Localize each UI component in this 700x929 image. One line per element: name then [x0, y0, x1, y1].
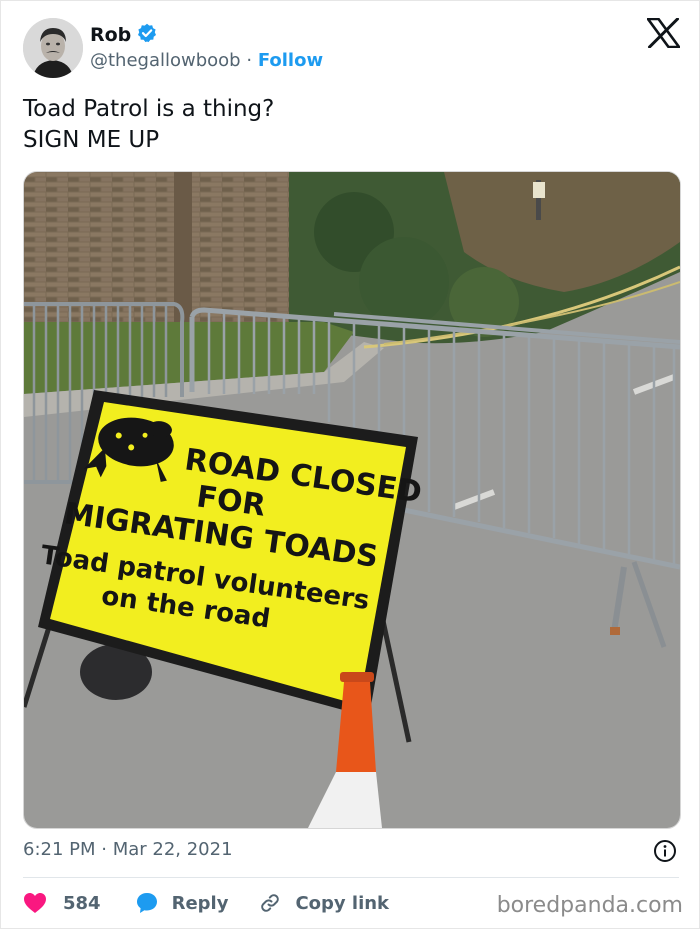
heart-icon [23, 892, 47, 914]
handle-row: @thegallowboob · Follow [90, 50, 323, 71]
handle-separator: · [246, 50, 253, 71]
tweet-line-2: SIGN ME UP [23, 127, 160, 153]
copy-link-label: Copy link [295, 892, 390, 914]
info-icon[interactable] [653, 839, 677, 863]
reply-button[interactable]: Reply [135, 891, 229, 915]
tweet-photo[interactable]: ROAD CLOSED FOR MIGRATING TOADS Toad pat… [23, 171, 681, 829]
like-count: 584 [63, 892, 101, 914]
copy-link-button[interactable]: Copy link [258, 891, 389, 915]
author-name[interactable]: Rob [90, 24, 131, 46]
author-name-row: Rob [90, 23, 157, 47]
avatar-portrait [23, 18, 83, 78]
road-closed-sign-photo: ROAD CLOSED FOR MIGRATING TOADS Toad pat… [24, 172, 680, 828]
reply-label: Reply [171, 892, 229, 914]
like-button[interactable]: 584 [23, 892, 101, 914]
tweet-card: Rob @thegallowboob · Follow Toad Patrol … [0, 0, 700, 929]
tweet-timestamp[interactable]: 6:21 PM · Mar 22, 2021 [23, 839, 233, 860]
tweet-line-1: Toad Patrol is a thing? [23, 96, 275, 122]
verified-badge-icon [137, 23, 157, 47]
tweet-text: Toad Patrol is a thing? SIGN ME UP [23, 94, 274, 156]
follow-button[interactable]: Follow [258, 50, 323, 71]
author-handle[interactable]: @thegallowboob [90, 50, 241, 71]
reply-bubble-icon [135, 891, 159, 915]
action-bar: 584 Reply Copy link [23, 889, 389, 917]
avatar[interactable] [23, 18, 83, 78]
x-logo-icon[interactable] [646, 17, 681, 49]
divider [23, 877, 679, 878]
link-icon [258, 891, 282, 915]
boredpanda-watermark: boredpanda.com [496, 893, 683, 918]
